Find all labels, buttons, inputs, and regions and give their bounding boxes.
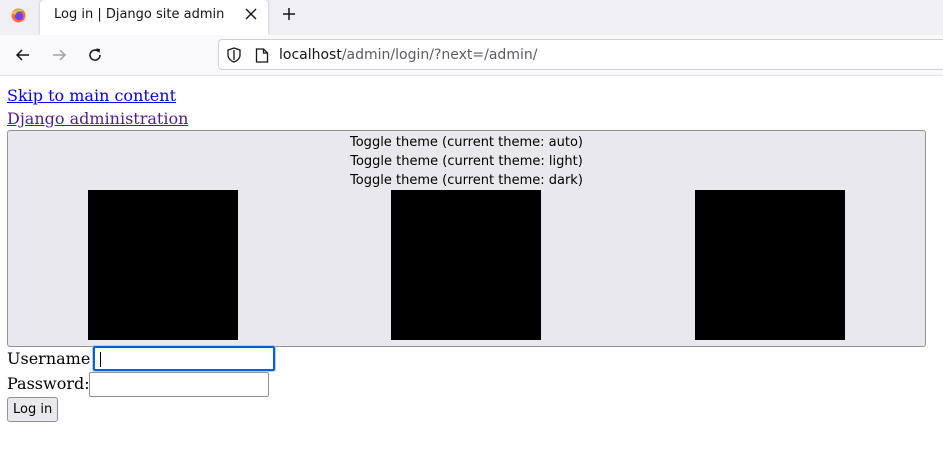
theme-auto-icon <box>88 190 238 340</box>
browser-tab[interactable]: Log in | Django site admin <box>40 0 268 35</box>
plus-icon[interactable] <box>281 6 297 22</box>
site-name-link[interactable]: Django administration <box>7 109 188 128</box>
shield-icon[interactable] <box>226 47 242 63</box>
password-label: Password: <box>7 374 90 393</box>
skip-to-content-link[interactable]: Skip to main content <box>7 86 176 105</box>
back-arrow-icon[interactable] <box>15 47 31 63</box>
theme-dark-icon <box>695 190 845 340</box>
close-icon[interactable] <box>244 7 258 21</box>
url-bar[interactable]: localhost/admin/login/?next=/admin/ <box>218 39 943 70</box>
theme-light-icon <box>391 190 541 340</box>
theme-toggle-label-auto: Toggle theme (current theme: auto) <box>350 135 583 150</box>
url-path: /admin/login/?next=/admin/ <box>341 47 538 63</box>
username-input[interactable] <box>93 346 275 371</box>
theme-toggle-button[interactable]: Toggle theme (current theme: auto) Toggl… <box>7 130 926 347</box>
firefox-icon <box>11 8 26 23</box>
reload-icon[interactable] <box>87 47 103 63</box>
browser-tab-bar: Log in | Django site admin <box>0 0 943 35</box>
browser-nav-bar: localhost/admin/login/?next=/admin/ <box>0 35 943 76</box>
page-icon[interactable] <box>255 48 269 63</box>
username-label: Username: <box>7 349 96 368</box>
theme-toggle-label-dark: Toggle theme (current theme: dark) <box>350 173 583 188</box>
url-host: localhost <box>279 47 342 63</box>
forward-arrow-icon[interactable] <box>51 47 67 63</box>
theme-toggle-label-light: Toggle theme (current theme: light) <box>350 154 583 169</box>
page-content: Skip to main content Django administrati… <box>0 76 943 476</box>
url-text[interactable]: localhost/admin/login/?next=/admin/ <box>279 47 537 63</box>
tab-title: Log in | Django site admin <box>54 7 225 22</box>
password-input[interactable] <box>89 372 269 397</box>
login-button[interactable]: Log in <box>7 397 59 422</box>
text-caret <box>100 352 101 367</box>
